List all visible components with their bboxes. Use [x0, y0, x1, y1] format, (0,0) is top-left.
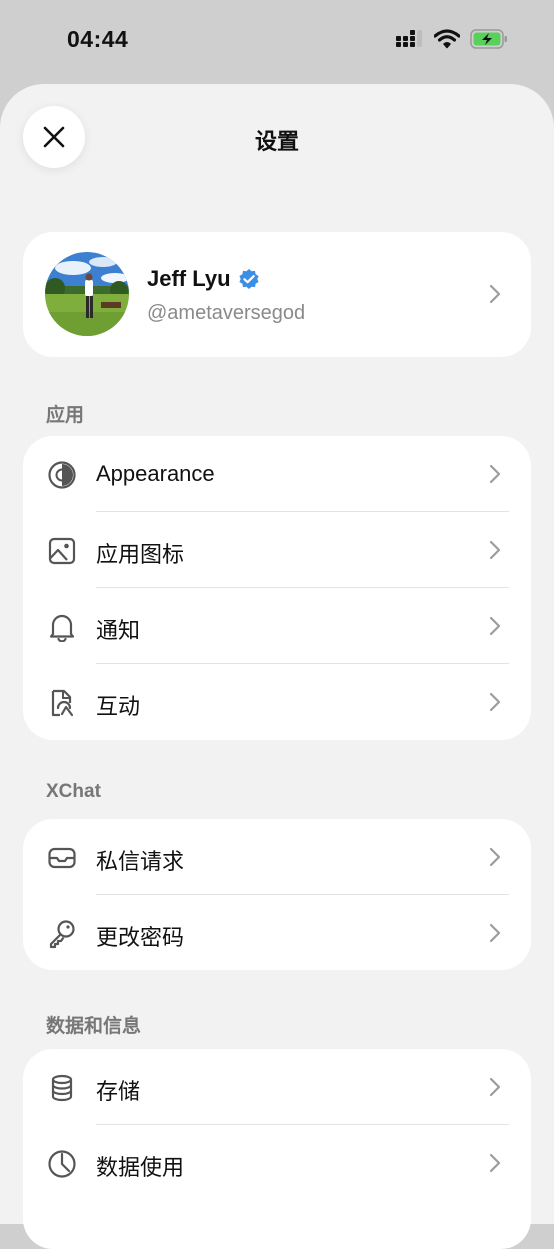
- status-bar: 04:44: [0, 0, 554, 84]
- section-label-app: 应用: [46, 405, 85, 426]
- profile-name-row: Jeff Lyu: [147, 266, 260, 292]
- settings-row-change-password[interactable]: 更改密码: [23, 895, 531, 971]
- signal-icon: [396, 30, 422, 47]
- profile-card[interactable]: Jeff Lyu @ametaversegod: [23, 232, 531, 357]
- chevron-right-icon: [489, 923, 501, 943]
- settings-row-notifications[interactable]: 通知: [23, 588, 531, 664]
- appearance-icon: [48, 461, 76, 489]
- image-icon: [48, 537, 76, 565]
- chevron-right-icon: [489, 1153, 501, 1173]
- settings-sheet: 设置 Jeff Lyu @ametaversegod 应用 Appearance…: [0, 84, 554, 1249]
- settings-row-label: 数据使用: [96, 1155, 185, 1180]
- section-label-xchat: XChat: [46, 781, 101, 802]
- chevron-right-icon: [489, 540, 501, 560]
- chevron-right-icon: [489, 284, 501, 304]
- profile-handle: @ametaversegod: [147, 302, 306, 324]
- avatar: [45, 252, 129, 336]
- xchat-settings-card: 私信请求 更改密码: [23, 819, 531, 970]
- chevron-right-icon: [489, 692, 501, 712]
- settings-row-label: 更改密码: [96, 925, 185, 950]
- profile-name: Jeff Lyu: [147, 266, 231, 291]
- page-title: 设置: [254, 129, 299, 154]
- settings-row-label: 通知: [96, 618, 141, 643]
- settings-row-data-usage[interactable]: 数据使用: [23, 1125, 531, 1201]
- settings-row-appearance[interactable]: Appearance: [23, 436, 531, 512]
- interaction-icon: [51, 689, 74, 717]
- status-time: 04:44: [67, 26, 129, 52]
- clock-icon: [48, 1150, 76, 1178]
- inbox-icon: [48, 847, 76, 869]
- chevron-right-icon: [489, 1077, 501, 1097]
- bell-icon: [49, 614, 75, 642]
- key-icon: [49, 920, 75, 949]
- verified-badge-icon: [238, 269, 259, 289]
- chevron-right-icon: [489, 616, 501, 636]
- settings-row-label: 应用图标: [96, 542, 185, 567]
- data-settings-card: 存储 数据使用: [23, 1049, 531, 1249]
- settings-row-label: 互动: [96, 694, 141, 719]
- settings-row-interactions[interactable]: 互动: [23, 664, 531, 740]
- settings-row-app-icon[interactable]: 应用图标: [23, 512, 531, 588]
- chevron-right-icon: [489, 464, 501, 484]
- database-icon: [51, 1074, 73, 1102]
- wifi-icon: [434, 29, 460, 49]
- settings-row-label: 私信请求: [96, 849, 185, 874]
- settings-row-label: 存储: [96, 1079, 141, 1104]
- settings-row-storage[interactable]: 存储: [23, 1049, 531, 1125]
- status-icons: [396, 29, 508, 49]
- chevron-right-icon: [489, 847, 501, 867]
- app-settings-card: Appearance 应用图标 通知 互动: [23, 436, 531, 740]
- settings-row-dm-requests[interactable]: 私信请求: [23, 819, 531, 895]
- battery-icon: [470, 29, 507, 49]
- settings-row-label: Appearance: [96, 461, 215, 486]
- section-label-data: 数据和信息: [46, 1016, 142, 1037]
